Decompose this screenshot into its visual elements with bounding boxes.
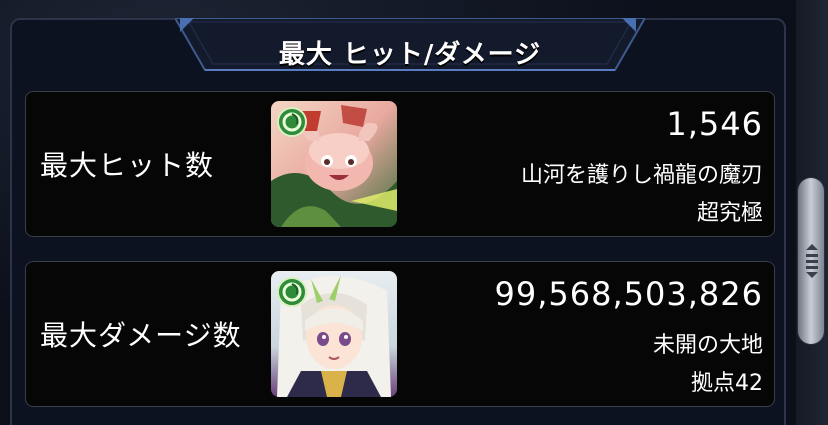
max-hit-quest-name: 山河を護りし禍龍の魔刃 <box>520 163 763 188</box>
max-damage-quest-name: 未開の大地 <box>652 333 763 358</box>
wood-element-badge-icon <box>277 277 307 307</box>
panel-title-tab: 最大 ヒット/ダメージ <box>173 17 647 88</box>
panel-title: 最大 ヒット/ダメージ <box>278 40 542 70</box>
grip-lines-icon <box>806 244 818 278</box>
max-hit-value: 1,546 <box>666 105 763 143</box>
max-damage-label: 最大ダメージ数 <box>40 319 242 352</box>
max-hit-row[interactable]: 最大ヒット数 1,546 山河を護りし禍龍の魔刃 超究極 <box>25 91 775 237</box>
max-hit-label: 最大ヒット数 <box>40 149 215 182</box>
max-damage-value: 99,568,503,826 <box>494 275 763 313</box>
max-damage-row[interactable]: 最大ダメージ数 99,568,503,826 未開の大地 拠点42 <box>25 261 775 407</box>
monster-portrait-white-haired-girl-icon[interactable] <box>271 271 397 397</box>
max-hit-difficulty: 超究極 <box>696 201 763 226</box>
wood-element-badge-icon <box>277 107 307 137</box>
stats-screen: 最大 ヒット/ダメージ 最大ヒット数 1,546 山河を護りし禍龍の魔刃 超究極… <box>0 0 828 425</box>
corner-ornament-right <box>622 18 636 32</box>
monster-portrait-pink-creature-icon[interactable] <box>271 101 397 227</box>
max-damage-stage: 拠点42 <box>691 371 763 396</box>
corner-ornament-left <box>180 18 194 32</box>
